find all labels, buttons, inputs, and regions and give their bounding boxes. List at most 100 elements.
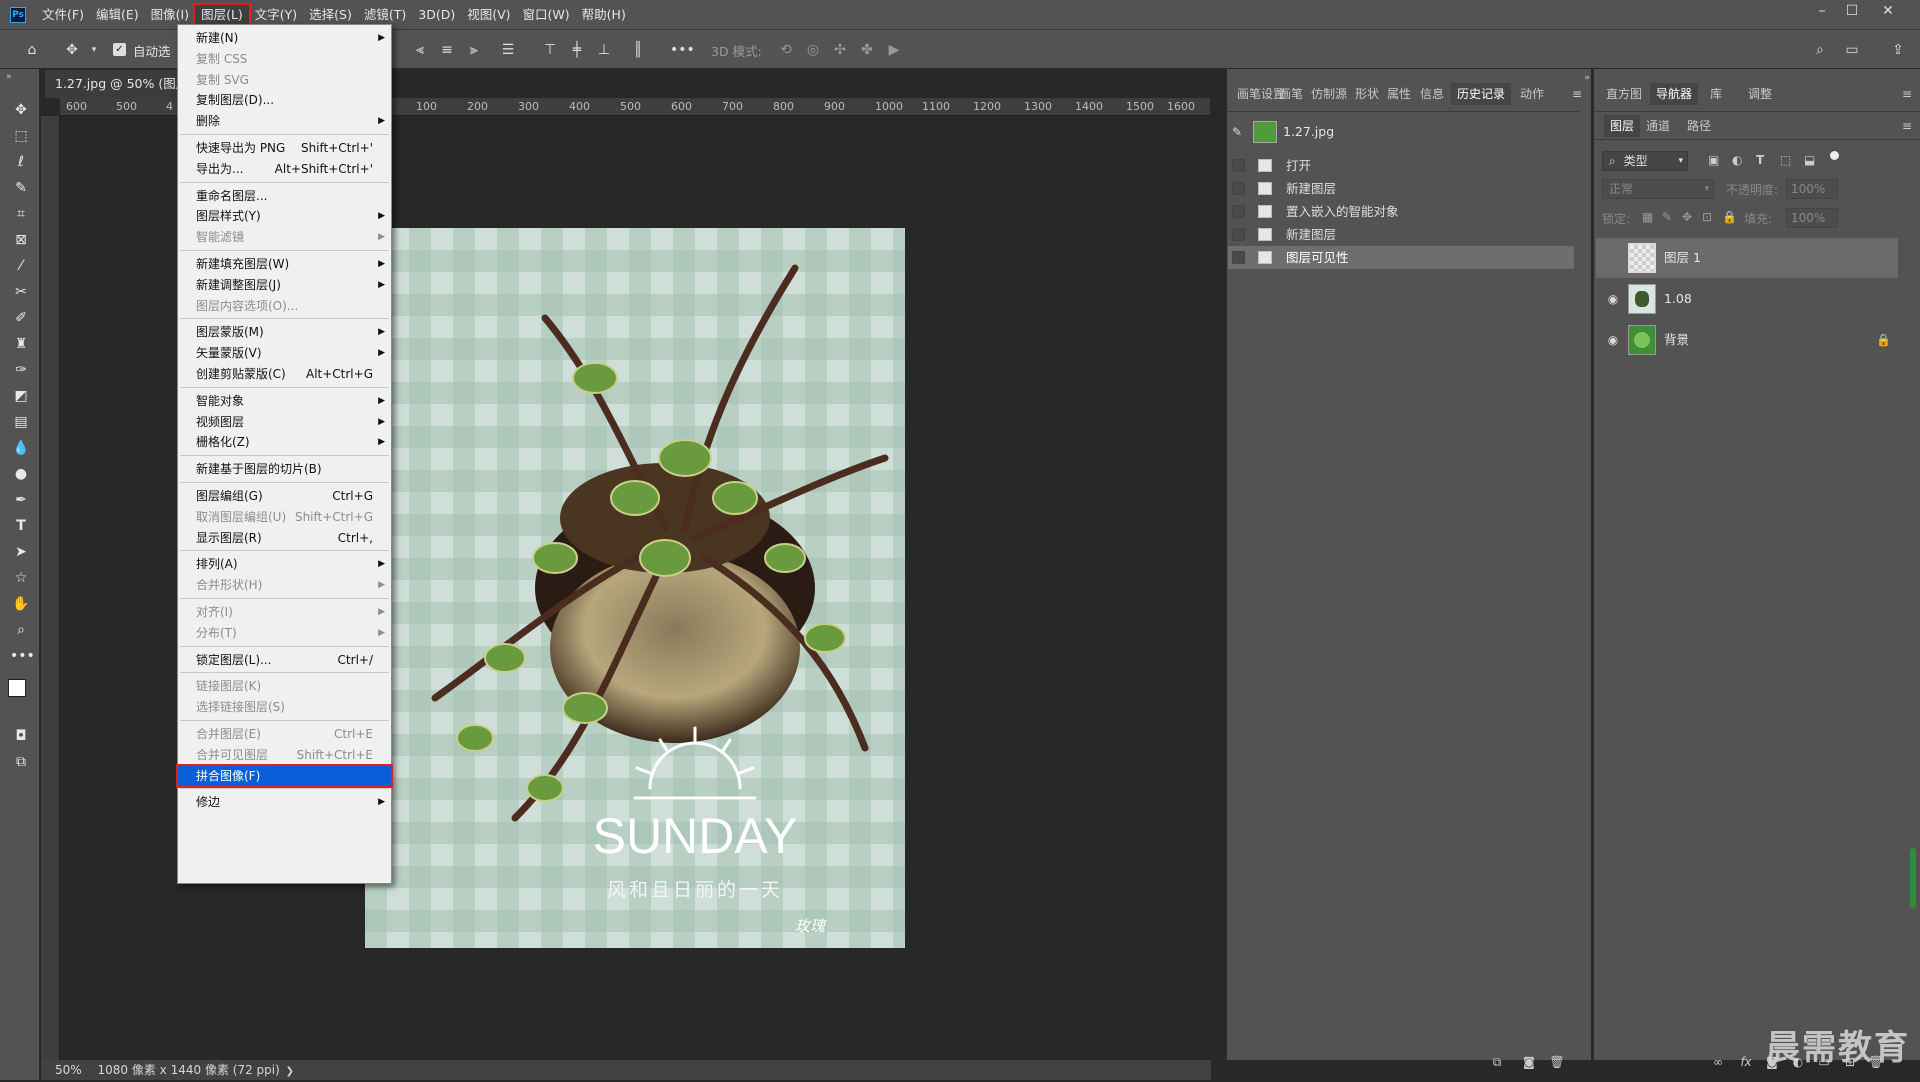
shape-tool-icon[interactable]: ☆ (10, 567, 32, 589)
lock-all-icon[interactable]: 🔒 (1722, 210, 1737, 224)
menu-file[interactable]: 文件(F) (36, 5, 90, 25)
layer-menu-item[interactable]: 锁定图层(L)... Ctrl+/ (178, 650, 391, 670)
more-options-icon[interactable]: ••• (670, 40, 695, 60)
screen-mode-icon[interactable]: ⧉ (10, 751, 32, 773)
history-source-checkbox[interactable] (1232, 205, 1245, 218)
layer-menu-item[interactable]: 修边 ▶ (178, 792, 391, 812)
layer-menu-item[interactable]: 重命名图层... (178, 186, 391, 206)
layer-name[interactable]: 1.08 (1664, 279, 1692, 319)
scrollbar[interactable] (1910, 848, 1916, 908)
3d-roll-icon[interactable]: ◎ (803, 40, 823, 60)
history-brush-source-icon[interactable]: ✎ (1232, 125, 1246, 139)
stamp-tool-icon[interactable]: ♜ (10, 333, 32, 355)
layer-menu-item[interactable]: 新建基于图层的切片(B) (178, 459, 391, 479)
tab-navigator[interactable]: 导航器 (1650, 83, 1699, 105)
blend-mode-select[interactable]: 正常 ▾ (1602, 179, 1714, 199)
lock-artboard-icon[interactable]: ⊡ (1702, 210, 1712, 224)
auto-select-checkbox[interactable]: ✓ (113, 43, 126, 56)
tab-properties[interactable]: 属性 (1387, 83, 1411, 105)
filter-pixel-icon[interactable]: ▣ (1708, 153, 1719, 167)
eye-icon[interactable]: ◉ (1604, 279, 1622, 319)
tab-actions[interactable]: 动作 (1520, 83, 1544, 105)
tab-shapes[interactable]: 形状 (1355, 83, 1379, 105)
quick-mask-icon[interactable]: ◘ (10, 725, 32, 747)
visibility-toggle[interactable]: ◉ (1604, 238, 1622, 278)
tab-paths[interactable]: 路径 (1687, 115, 1711, 137)
lock-transparent-icon[interactable]: ▦ (1642, 210, 1653, 224)
tab-channels[interactable]: 通道 (1646, 115, 1670, 137)
tab-libraries[interactable]: 库 (1710, 83, 1722, 105)
tab-clone-source[interactable]: 仿制源 (1311, 83, 1347, 105)
align-right-icon[interactable]: ⫸ (464, 40, 484, 60)
workspace-icon[interactable]: ▭ (1842, 40, 1862, 60)
menu-3d[interactable]: 3D(D) (412, 5, 461, 25)
frame-tool-icon[interactable]: ⊠ (10, 229, 32, 251)
panel-menu-icon[interactable]: ≡ (1902, 87, 1912, 101)
align-top-icon[interactable]: ⊤ (540, 40, 560, 60)
layer-menu-item[interactable]: 排列(A) ▶ (178, 554, 391, 574)
more-tools-icon[interactable]: ••• (10, 645, 35, 667)
tab-brush-settings[interactable]: 画笔设置 (1237, 83, 1285, 105)
status-zoom[interactable]: 50% (55, 1063, 82, 1077)
layer-menu-item[interactable]: 栅格化(Z) ▶ (178, 432, 391, 452)
status-info[interactable]: 1080 像素 x 1440 像素 (72 ppi) (98, 1063, 280, 1077)
menu-filter[interactable]: 滤镜(T) (358, 5, 412, 25)
layer-row[interactable]: ◉ 背景 🔒 (1596, 320, 1898, 360)
home-icon[interactable]: ⌂ (22, 40, 42, 60)
tab-brushes[interactable]: 画笔 (1279, 83, 1303, 105)
layer-filter-select[interactable]: ⌕ 类型 ▾ (1602, 151, 1688, 171)
move-tool-icon[interactable]: ✥ (62, 40, 82, 60)
history-source-checkbox[interactable] (1232, 159, 1245, 172)
tab-info[interactable]: 信息 (1420, 83, 1444, 105)
layer-menu-item[interactable]: 矢量蒙版(V) ▶ (178, 343, 391, 363)
history-brush-tool-icon[interactable]: ✑ (10, 359, 32, 381)
eraser-tool-icon[interactable]: ◩ (10, 385, 32, 407)
history-step[interactable]: 打开 (1228, 154, 1574, 177)
filter-toggle-icon[interactable] (1830, 151, 1839, 160)
align-bottom-icon[interactable]: ⊥ (594, 40, 614, 60)
history-source-checkbox[interactable] (1232, 228, 1245, 241)
history-source-checkbox[interactable] (1232, 182, 1245, 195)
3d-camera-icon[interactable]: ▶ (884, 40, 904, 60)
layer-menu-item[interactable]: 新建调整图层(J) ▶ (178, 275, 391, 295)
foreground-color-swatch[interactable] (8, 679, 26, 697)
path-select-tool-icon[interactable]: ➤ (10, 541, 32, 563)
trash-icon[interactable]: 🗑 (1548, 1054, 1566, 1070)
search-icon[interactable]: ⌕ (1810, 40, 1830, 60)
layer-menu-item[interactable]: 删除 ▶ (178, 111, 391, 131)
layer-menu-item[interactable]: 智能对象 ▶ (178, 391, 391, 411)
marquee-tool-icon[interactable]: ⬚ (10, 125, 32, 147)
3d-slide-icon[interactable]: ✤ (857, 40, 877, 60)
healing-tool-icon[interactable]: ✂ (10, 281, 32, 303)
align-center-icon[interactable]: ≡ (437, 40, 457, 60)
collapse-icon[interactable]: » (6, 72, 12, 82)
layer-menu-item[interactable]: 快速导出为 PNG Shift+Ctrl+' (178, 138, 391, 158)
history-step[interactable]: 新建图层 (1228, 177, 1574, 200)
tab-adjustments[interactable]: 调整 (1748, 83, 1772, 105)
type-tool-icon[interactable]: T (10, 515, 32, 537)
layer-menu-item[interactable]: 拼合图像(F) (176, 763, 393, 788)
eye-icon[interactable]: ◉ (1604, 320, 1622, 360)
history-step-selected[interactable]: 图层可见性 (1228, 246, 1574, 269)
align-middle-icon[interactable]: ╪ (567, 40, 587, 60)
camera-icon[interactable]: ◙ (1520, 1054, 1538, 1070)
history-step[interactable]: 新建图层 (1228, 223, 1574, 246)
pen-tool-icon[interactable]: ✒ (10, 489, 32, 511)
menu-view[interactable]: 视图(V) (461, 5, 516, 25)
eyedropper-tool-icon[interactable]: ⁄ (10, 255, 32, 277)
menu-window[interactable]: 窗口(W) (517, 5, 576, 25)
tab-histogram[interactable]: 直方图 (1606, 83, 1642, 105)
filter-adjustment-icon[interactable]: ◐ (1732, 153, 1742, 167)
distribute-vertical-icon[interactable]: ║ (628, 40, 648, 60)
3d-pan-icon[interactable]: ✣ (830, 40, 850, 60)
lock-position-icon[interactable]: ✥ (1682, 210, 1692, 224)
new-document-from-state-icon[interactable]: ⧉ (1488, 1054, 1506, 1070)
layer-menu-item[interactable]: 显示图层(R) Ctrl+, (178, 528, 391, 548)
layer-menu-item[interactable]: 视频图层 ▶ (178, 412, 391, 432)
minimize-icon[interactable]: – (1808, 0, 1836, 22)
tab-history[interactable]: 历史记录 (1451, 83, 1512, 105)
fx-icon[interactable]: fx (1737, 1054, 1755, 1070)
maximize-icon[interactable]: ☐ (1838, 0, 1866, 22)
fill-field[interactable]: 100% (1786, 208, 1838, 228)
move-tool-icon[interactable]: ✥ (10, 99, 32, 121)
